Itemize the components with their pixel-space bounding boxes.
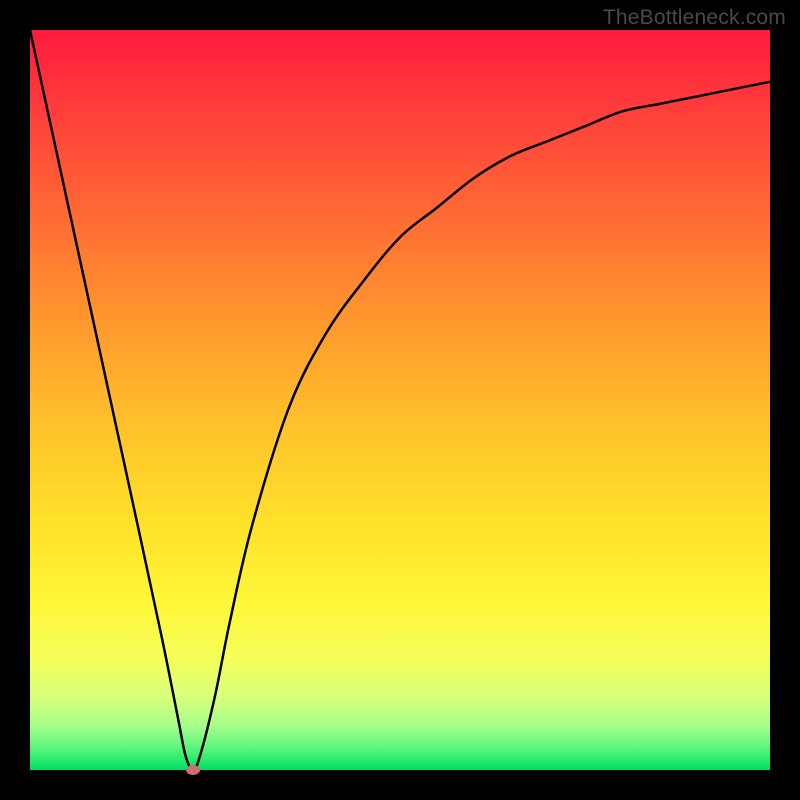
optimal-point-marker	[186, 765, 200, 775]
line-curve	[30, 30, 770, 770]
plot-area	[30, 30, 770, 770]
bottleneck-curve-path	[30, 30, 770, 770]
watermark-label: TheBottleneck.com	[603, 6, 786, 30]
chart-frame: TheBottleneck.com	[0, 0, 800, 800]
